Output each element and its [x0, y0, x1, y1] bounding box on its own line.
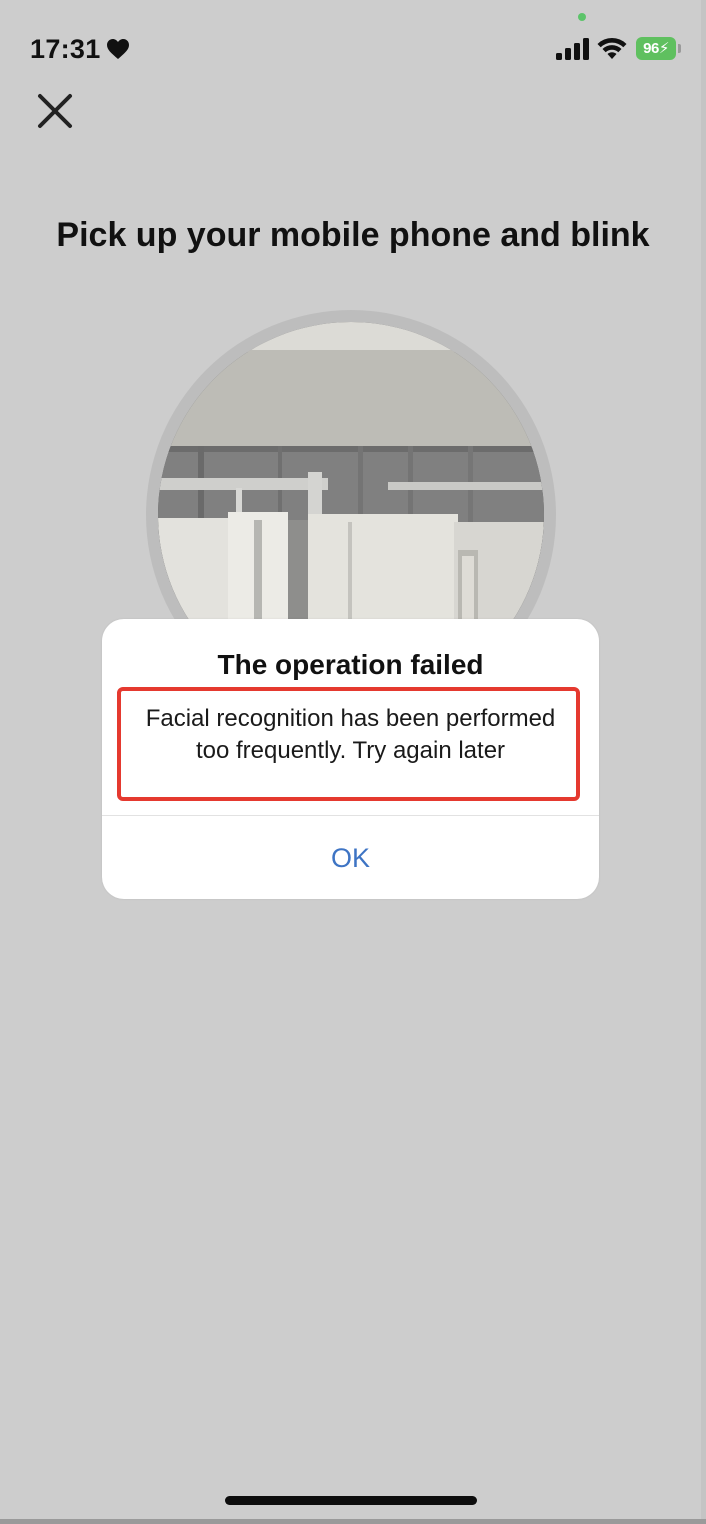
home-indicator[interactable] — [225, 1496, 477, 1505]
battery-nub — [678, 44, 681, 53]
screenshot-edge-right — [701, 0, 706, 1524]
screenshot-edge-bottom — [0, 1519, 706, 1524]
privacy-indicator-dot — [578, 13, 586, 21]
battery-level: 96 — [643, 40, 659, 57]
face-verification-screen: 17:31 96⚡ Pick up your mobile phone and … — [0, 0, 706, 1524]
close-icon[interactable] — [34, 90, 76, 132]
heart-icon — [107, 39, 129, 59]
battery-icon: 96⚡ — [636, 37, 676, 60]
status-time: 17:31 — [30, 34, 101, 64]
charging-bolt-icon: ⚡ — [658, 40, 670, 57]
signal-icon — [556, 38, 589, 60]
dialog-title: The operation failed — [217, 649, 484, 680]
wifi-icon — [597, 37, 627, 59]
highlight-annotation-box — [117, 687, 580, 801]
instruction-text: Pick up your mobile phone and blink — [56, 216, 650, 254]
error-dialog: The operation failed Facial recognition … — [102, 619, 599, 899]
ok-button[interactable]: OK — [102, 816, 599, 899]
